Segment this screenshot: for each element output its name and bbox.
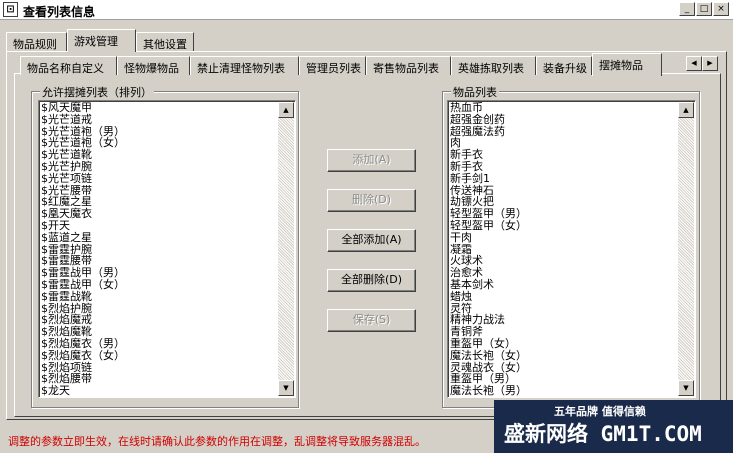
- scroll-down-icon[interactable]: ▼: [278, 380, 294, 396]
- tab-admin-list[interactable]: 管理员列表: [299, 56, 366, 75]
- item-list-item[interactable]: 干肉: [450, 231, 677, 244]
- item-list-item[interactable]: 火球术: [450, 255, 677, 267]
- allowed-stall-list-item[interactable]: $雷霆战靴: [41, 290, 277, 303]
- watermark-brand: 盛新网络 GM1T.COM: [504, 422, 702, 446]
- allowed-stall-list-item[interactable]: $光芒护腕: [41, 161, 277, 173]
- title-bar: ⊡ 查看列表信息 _ □ ×: [0, 0, 733, 20]
- allowed-stall-list-item[interactable]: $凰天魔衣: [41, 208, 277, 220]
- item-list-item[interactable]: 精神力战法: [450, 314, 677, 326]
- item-list-item[interactable]: 肉: [450, 137, 677, 149]
- tab-monster-drops[interactable]: 怪物爆物品: [117, 56, 190, 75]
- item-list-item[interactable]: 轻型盔甲（女）: [450, 220, 677, 232]
- scroll-up-icon[interactable]: ▲: [278, 102, 294, 118]
- tab-item-rules[interactable]: 物品规则: [6, 32, 67, 51]
- close-button[interactable]: ×: [713, 2, 729, 16]
- allowed-stall-list-item[interactable]: $烈焰魔衣（女）: [41, 349, 277, 362]
- window-title: 查看列表信息: [23, 5, 96, 19]
- item-list-item[interactable]: 新手衣: [450, 161, 677, 173]
- app-window-icon: ⊡: [3, 2, 18, 17]
- tab-scroll-left-icon[interactable]: ◀: [686, 56, 702, 71]
- item-list-item[interactable]: 魔法长袍（男）: [450, 385, 677, 396]
- allowed-stall-list-item[interactable]: $雷霆战甲（女）: [41, 279, 277, 291]
- tab-scroll-right-icon[interactable]: ▶: [702, 56, 718, 71]
- allowed-stall-list-item[interactable]: $龙天: [41, 385, 277, 396]
- tab-other-settings[interactable]: 其他设置: [136, 32, 194, 51]
- allowed-stall-list-item[interactable]: $开天: [41, 220, 277, 232]
- item-list-scrollbar[interactable]: ▲ ▼: [678, 102, 694, 396]
- item-list-item[interactable]: 基本剑术: [450, 279, 677, 291]
- allowed-stall-group-label: 允许摆摊列表（排列）: [40, 84, 154, 100]
- item-list-item[interactable]: 新手剑1: [450, 172, 677, 185]
- tab-consignment-list[interactable]: 寄售物品列表: [366, 56, 451, 75]
- tab-item-name-custom[interactable]: 物品名称自定义: [20, 56, 117, 75]
- scroll-up-icon[interactable]: ▲: [678, 102, 694, 118]
- allowed-stall-items: $风天魔甲 $光芒道戒 $光芒道袍（男） $光芒道袍（女） $光芒道靴 $光芒护腕 $光芒项…: [41, 102, 277, 396]
- item-list-item[interactable]: 蜡烛: [450, 290, 677, 303]
- item-list-item[interactable]: 新手衣: [450, 149, 677, 161]
- save-button[interactable]: 保存(S): [327, 309, 416, 332]
- maximize-button[interactable]: □: [696, 2, 712, 16]
- item-list-item[interactable]: 重盔甲（女）: [450, 338, 677, 350]
- minimize-button[interactable]: _: [679, 2, 695, 16]
- scroll-down-icon[interactable]: ▼: [678, 380, 694, 396]
- item-list-item[interactable]: 超强金创药: [450, 113, 677, 126]
- watermark-logo: 五年品牌 值得信赖 盛新网络 GM1T.COM: [494, 400, 733, 453]
- allowed-stall-listbox[interactable]: $风天魔甲 $光芒道戒 $光芒道袍（男） $光芒道袍（女） $光芒道靴 $光芒护腕 $光芒项…: [38, 100, 296, 398]
- item-list-item[interactable]: 超强魔法药: [450, 125, 677, 138]
- add-all-button[interactable]: 全部添加(A): [327, 229, 416, 252]
- remove-button[interactable]: 删除(D): [327, 189, 416, 212]
- tab-stall-items[interactable]: 摆摊物品: [592, 53, 662, 76]
- allowed-stall-list-item[interactable]: $蓝道之星: [41, 231, 277, 244]
- item-list-item[interactable]: 魔法长袍（女）: [450, 349, 677, 362]
- item-listbox[interactable]: 热血币 超强金创药 超强魔法药肉新手衣 新手衣 新手剑1 传送神石 劫镖火把 轻型盔甲（男）轻…: [447, 100, 696, 398]
- remove-all-button[interactable]: 全部删除(D): [327, 269, 416, 292]
- item-list-item[interactable]: 凝霜: [450, 243, 677, 256]
- item-list-items: 热血币 超强金创药 超强魔法药肉新手衣 新手衣 新手剑1 传送神石 劫镖火把 轻型盔甲（男）轻…: [450, 102, 677, 396]
- tab-no-clean-monsters[interactable]: 禁止清理怪物列表: [190, 56, 299, 75]
- watermark-tagline: 五年品牌 值得信赖: [554, 405, 646, 418]
- allowed-stall-scrollbar[interactable]: ▲ ▼: [278, 102, 294, 396]
- tab-hero-pickup-list[interactable]: 英雄拣取列表: [451, 56, 536, 75]
- tab-game-management[interactable]: 游戏管理: [67, 29, 136, 52]
- item-list-group-label: 物品列表: [451, 84, 499, 100]
- allowed-stall-list-item[interactable]: $烈焰魔衣（男）: [41, 338, 277, 350]
- add-button[interactable]: 添加(A): [327, 149, 416, 172]
- allowed-stall-list-item[interactable]: $烈焰腰带: [41, 373, 277, 385]
- status-warning-text: 调整的参数立即生效，在线时请确认此参数的作用在调整，乱调整将导致服务器混乱。: [8, 435, 426, 448]
- allowed-stall-list-item[interactable]: $光芒项链: [41, 172, 277, 185]
- tab-equip-upgrade[interactable]: 装备升级: [536, 56, 592, 75]
- allowed-stall-list-item[interactable]: $光芒道戒: [41, 113, 277, 126]
